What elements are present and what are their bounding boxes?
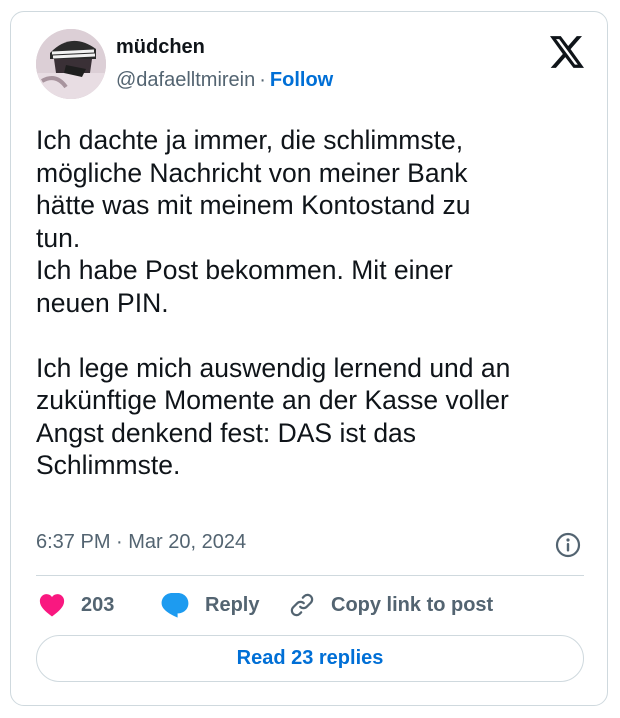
separator-dot: · bbox=[259, 69, 266, 91]
divider bbox=[36, 575, 584, 576]
like-button[interactable]: 203 bbox=[39, 590, 114, 620]
speech-bubble-icon bbox=[161, 593, 189, 618]
tweet-card: müdchen @dafaelltmirein · Follow Ich dacht… bbox=[10, 11, 608, 706]
read-replies-label: Read 23 replies bbox=[236, 647, 384, 669]
follow-button[interactable]: Follow bbox=[270, 69, 333, 91]
info-icon[interactable] bbox=[555, 532, 581, 558]
avatar-image bbox=[36, 29, 106, 99]
link-icon bbox=[290, 593, 314, 617]
like-count: 203 bbox=[81, 593, 115, 616]
display-name[interactable]: müdchen bbox=[116, 36, 205, 59]
copy-link-label: Copy link to post bbox=[331, 593, 494, 616]
tweet-text: Ich dachte ja immer, die schlimmste, mög… bbox=[36, 125, 511, 480]
user-handle[interactable]: @dafaelltmirein bbox=[116, 69, 255, 91]
copy-link-button[interactable]: Copy link to post bbox=[289, 590, 493, 620]
heart-icon bbox=[39, 594, 65, 617]
handle-row: @dafaelltmirein · Follow bbox=[116, 69, 333, 92]
reply-label: Reply bbox=[205, 593, 260, 616]
avatar[interactable] bbox=[36, 29, 106, 99]
read-replies-button[interactable]: Read 23 replies bbox=[36, 635, 584, 682]
tweet-timestamp[interactable]: 6:37 PM · Mar 20, 2024 bbox=[36, 531, 246, 554]
x-logo-icon[interactable] bbox=[550, 36, 584, 68]
reply-button[interactable]: Reply bbox=[161, 590, 259, 620]
